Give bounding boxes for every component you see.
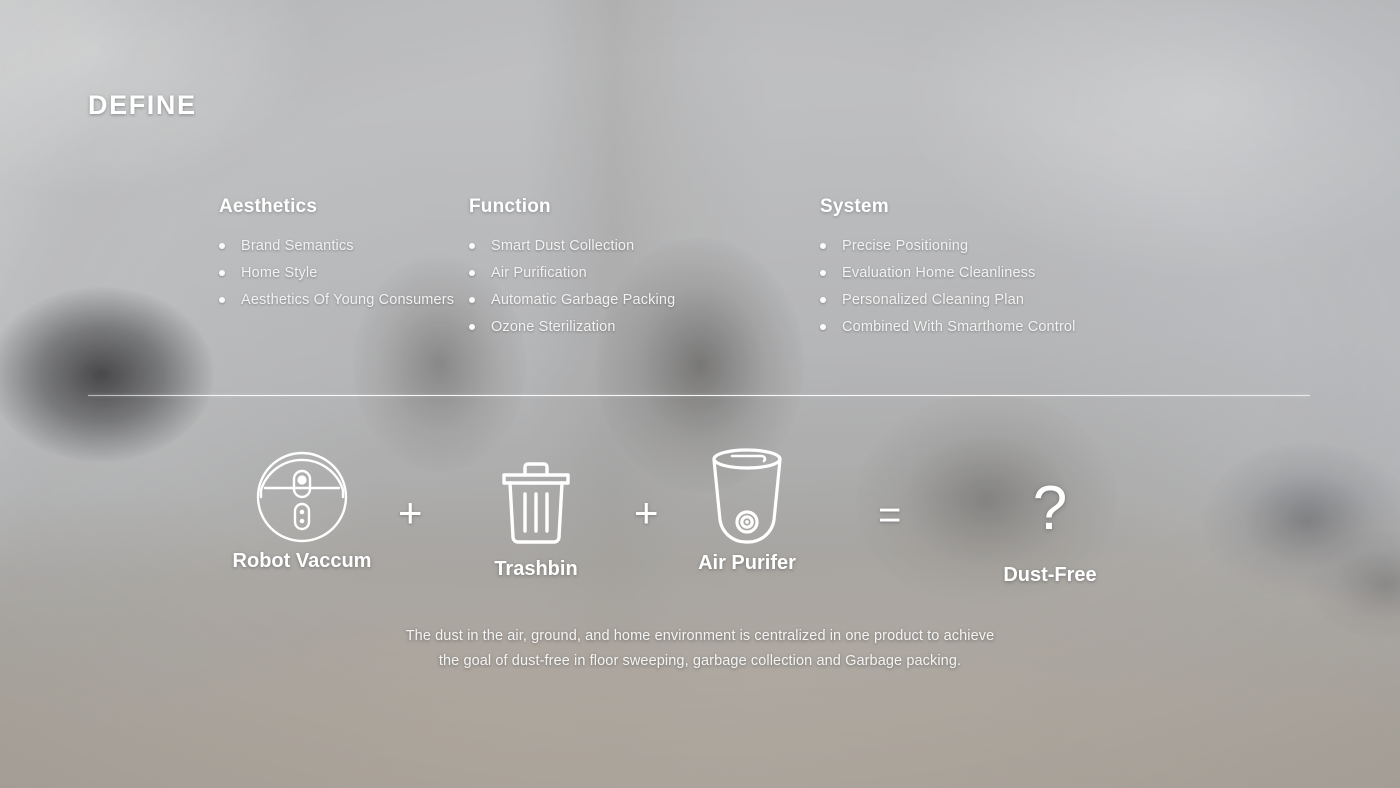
list-item: Combined With Smarthome Control bbox=[820, 319, 1213, 335]
equation-item-air-purifier: Air Purifer bbox=[686, 442, 808, 575]
equation-label-dust-free: Dust-Free bbox=[1003, 564, 1097, 586]
list-item-label: Evaluation Home Cleanliness bbox=[842, 265, 1036, 281]
bullet-dot-icon bbox=[469, 270, 475, 276]
bullet-dot-icon bbox=[820, 243, 826, 249]
equation-label-trashbin: Trashbin bbox=[494, 558, 578, 580]
bullet-dot-icon bbox=[219, 297, 225, 303]
equals-operator: = bbox=[878, 493, 902, 537]
question-mark-glyph: ? bbox=[1032, 474, 1068, 543]
bullet-dot-icon bbox=[219, 243, 225, 249]
list-item-label: Air Purification bbox=[491, 265, 587, 281]
plus-operator-2: + bbox=[634, 489, 659, 536]
equation-item-trashbin: Trashbin bbox=[476, 448, 596, 581]
bullet-dot-icon bbox=[820, 297, 826, 303]
equation-item-robot-vacuum: Robot Vaccum bbox=[222, 440, 382, 573]
bullet-dot-icon bbox=[820, 324, 826, 330]
list-item-label: Personalized Cleaning Plan bbox=[842, 292, 1025, 308]
column-function: Function Smart Dust Collection Air Purif… bbox=[463, 196, 813, 346]
column-heading-function: Function bbox=[469, 196, 551, 217]
list-item: Smart Dust Collection bbox=[469, 238, 813, 254]
bullet-dot-icon bbox=[820, 270, 826, 276]
question-mark-icon: ? bbox=[990, 454, 1110, 564]
robot-vacuum-icon bbox=[222, 440, 382, 550]
column-aesthetics: Aesthetics Brand Semantics Home Style Ae… bbox=[88, 196, 463, 346]
equation-label-robot-vacuum: Robot Vaccum bbox=[232, 550, 372, 572]
list-aesthetics: Brand Semantics Home Style Aesthetics Of… bbox=[219, 238, 463, 308]
list-item-label: Precise Positioning bbox=[842, 238, 969, 254]
air-purifier-icon bbox=[686, 442, 808, 552]
section-divider bbox=[88, 395, 1310, 396]
trashbin-icon bbox=[476, 448, 596, 558]
list-item: Ozone Sterilization bbox=[469, 319, 813, 335]
bullet-dot-icon bbox=[469, 324, 475, 330]
bullet-dot-icon bbox=[469, 243, 475, 249]
equation-item-dust-free: ? Dust-Free bbox=[990, 454, 1110, 587]
list-item: Air Purification bbox=[469, 265, 813, 281]
bullet-dot-icon bbox=[469, 297, 475, 303]
list-item-label: Aesthetics Of Young Consumers bbox=[241, 292, 455, 308]
column-heading-aesthetics: Aesthetics bbox=[219, 196, 318, 217]
list-item: Evaluation Home Cleanliness bbox=[820, 265, 1213, 281]
product-equation: Robot Vaccum + Trashbin + Air Purifer = … bbox=[200, 440, 1200, 600]
column-heading-system: System bbox=[820, 196, 889, 217]
list-item-label: Home Style bbox=[241, 265, 318, 281]
page-title: DEFINE bbox=[88, 90, 197, 120]
list-item: Home Style bbox=[219, 265, 463, 281]
list-item-label: Smart Dust Collection bbox=[491, 238, 635, 254]
list-item-label: Automatic Garbage Packing bbox=[491, 292, 676, 308]
list-item: Personalized Cleaning Plan bbox=[820, 292, 1213, 308]
slide-content: DEFINE Aesthetics Brand Semantics Home S… bbox=[0, 0, 1400, 788]
caption-line-2: the goal of dust-free in floor sweeping,… bbox=[438, 653, 962, 669]
list-item: Precise Positioning bbox=[820, 238, 1213, 254]
list-item: Aesthetics Of Young Consumers bbox=[219, 292, 463, 308]
list-item-label: Combined With Smarthome Control bbox=[842, 319, 1076, 335]
list-item-label: Ozone Sterilization bbox=[491, 319, 616, 335]
feature-columns: Aesthetics Brand Semantics Home Style Ae… bbox=[88, 196, 1318, 346]
list-item-label: Brand Semantics bbox=[241, 238, 354, 254]
bullet-dot-icon bbox=[219, 270, 225, 276]
slide-caption: The dust in the air, ground, and home en… bbox=[0, 624, 1400, 674]
list-system: Precise Positioning Evaluation Home Clea… bbox=[820, 238, 1213, 335]
column-system: System Precise Positioning Evaluation Ho… bbox=[813, 196, 1213, 346]
plus-operator-1: + bbox=[398, 489, 423, 536]
equation-label-air-purifier: Air Purifer bbox=[698, 552, 796, 574]
caption-line-1: The dust in the air, ground, and home en… bbox=[405, 628, 995, 644]
list-item: Automatic Garbage Packing bbox=[469, 292, 813, 308]
list-function: Smart Dust Collection Air Purification A… bbox=[469, 238, 813, 335]
list-item: Brand Semantics bbox=[219, 238, 463, 254]
